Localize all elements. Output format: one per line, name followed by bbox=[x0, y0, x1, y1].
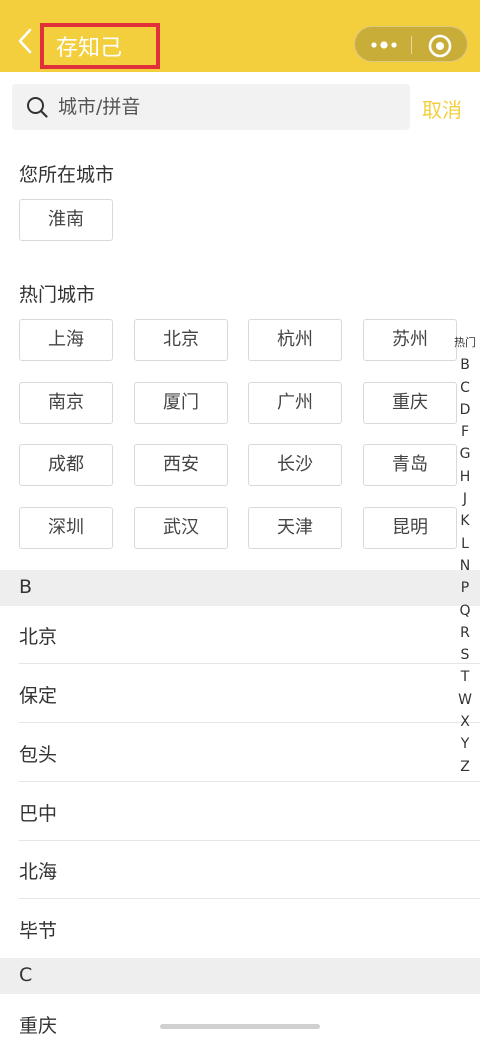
city-name: 北海 bbox=[19, 861, 58, 883]
city-name: 毕节 bbox=[19, 920, 58, 942]
row-divider bbox=[19, 898, 480, 899]
index-letter[interactable]: R bbox=[450, 622, 480, 644]
city-name: 巴中 bbox=[19, 803, 58, 825]
city-list-item[interactable]: 包头 bbox=[0, 724, 480, 782]
hot-city-button[interactable]: 上海 bbox=[19, 319, 113, 361]
group-letter: B bbox=[19, 576, 33, 598]
index-letter[interactable]: L bbox=[450, 533, 480, 555]
index-letter[interactable]: H bbox=[450, 466, 480, 488]
search-input[interactable] bbox=[58, 84, 398, 130]
hot-city-button[interactable]: 北京 bbox=[134, 319, 228, 361]
top-nav-bar: 存知己 bbox=[0, 10, 480, 72]
city-name: 保定 bbox=[19, 685, 58, 707]
hot-city-button[interactable]: 重庆 bbox=[363, 382, 457, 424]
city-name: 包头 bbox=[19, 744, 58, 766]
target-close-icon bbox=[428, 34, 452, 58]
title-highlight-box: 存知己 bbox=[40, 23, 160, 69]
status-bar bbox=[0, 0, 480, 10]
index-letter[interactable]: G bbox=[450, 443, 480, 465]
index-letter[interactable]: T bbox=[450, 666, 480, 688]
group-letter: C bbox=[19, 964, 33, 986]
index-letter[interactable]: D bbox=[450, 399, 480, 421]
index-letter[interactable]: F bbox=[450, 421, 480, 443]
index-letter[interactable]: S bbox=[450, 644, 480, 666]
index-letter[interactable]: J bbox=[450, 488, 480, 510]
hot-cities-title: 热门城市 bbox=[19, 284, 96, 306]
page-title: 存知己 bbox=[56, 36, 123, 61]
city-list-item[interactable]: 保定 bbox=[0, 665, 480, 723]
city-list-item[interactable]: 北海 bbox=[0, 841, 480, 899]
city-name: 北京 bbox=[19, 626, 58, 648]
home-indicator bbox=[160, 1024, 320, 1029]
index-letter[interactable]: X bbox=[450, 711, 480, 733]
hot-city-button[interactable]: 广州 bbox=[248, 382, 342, 424]
capsule-divider bbox=[411, 36, 412, 54]
search-box bbox=[12, 84, 410, 130]
cancel-button[interactable]: 取消 bbox=[422, 94, 462, 123]
current-city-title: 您所在城市 bbox=[19, 164, 115, 186]
city-list-item[interactable]: 巴中 bbox=[0, 783, 480, 841]
city-list-item[interactable]: 北京 bbox=[0, 606, 480, 664]
hot-city-button[interactable]: 武汉 bbox=[134, 507, 228, 549]
back-button[interactable] bbox=[14, 26, 38, 56]
alphabet-index-bar: 热门 B C D F G H J K L N P Q R S T W X Y Z bbox=[450, 332, 480, 778]
group-header-c: C bbox=[0, 958, 480, 994]
hot-city-button[interactable]: 成都 bbox=[19, 444, 113, 486]
close-button[interactable] bbox=[427, 33, 453, 59]
row-divider bbox=[19, 663, 480, 664]
hot-city-button[interactable]: 深圳 bbox=[19, 507, 113, 549]
hot-city-button[interactable]: 厦门 bbox=[134, 382, 228, 424]
hot-city-button[interactable]: 天津 bbox=[248, 507, 342, 549]
index-letter[interactable]: Y bbox=[450, 733, 480, 755]
hot-city-button[interactable]: 苏州 bbox=[363, 319, 457, 361]
index-letter[interactable]: P bbox=[450, 577, 480, 599]
hot-city-button[interactable]: 杭州 bbox=[248, 319, 342, 361]
more-button[interactable] bbox=[369, 37, 399, 53]
search-icon bbox=[27, 97, 48, 118]
index-letter[interactable]: Q bbox=[450, 600, 480, 622]
index-letter[interactable]: W bbox=[450, 689, 480, 711]
hot-city-button[interactable]: 长沙 bbox=[248, 444, 342, 486]
index-letter[interactable]: N bbox=[450, 555, 480, 577]
index-letter[interactable]: Z bbox=[450, 756, 480, 778]
more-dots-icon bbox=[371, 41, 397, 49]
miniprogram-capsule bbox=[354, 26, 468, 62]
row-divider bbox=[19, 722, 480, 723]
group-header-b: B bbox=[0, 570, 480, 606]
city-name: 重庆 bbox=[19, 1015, 58, 1037]
city-list-item[interactable]: 毕节 bbox=[0, 900, 480, 958]
index-letter[interactable]: 热门 bbox=[450, 332, 480, 354]
hot-city-button[interactable]: 青岛 bbox=[363, 444, 457, 486]
hot-city-button[interactable]: 昆明 bbox=[363, 507, 457, 549]
hot-city-button[interactable]: 南京 bbox=[19, 382, 113, 424]
current-city-button[interactable]: 淮南 bbox=[19, 199, 113, 241]
index-letter[interactable]: B bbox=[450, 354, 480, 376]
index-letter[interactable]: K bbox=[450, 510, 480, 532]
row-divider bbox=[19, 781, 480, 782]
chevron-left-icon bbox=[18, 28, 32, 54]
hot-city-button[interactable]: 西安 bbox=[134, 444, 228, 486]
index-letter[interactable]: C bbox=[450, 377, 480, 399]
